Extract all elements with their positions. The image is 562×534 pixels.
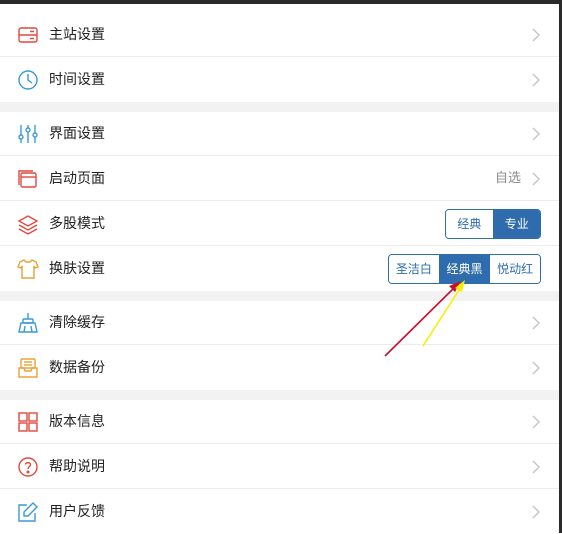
- settings-row-interface[interactable]: 界面设置: [0, 112, 559, 156]
- edit-icon: [16, 500, 40, 524]
- settings-row-data-backup[interactable]: 数据备份: [0, 346, 559, 390]
- multi-stock-mode-segmented-control: 经典 专业: [445, 209, 541, 239]
- settings-row-startup-page[interactable]: 启动页面 自选: [0, 157, 559, 201]
- segment-holy-white[interactable]: 圣洁白: [389, 255, 439, 283]
- row-label: 主站设置: [49, 27, 105, 43]
- row-label: 数据备份: [49, 360, 105, 376]
- row-label: 时间设置: [49, 72, 105, 88]
- chevron-right-icon: [531, 315, 541, 331]
- chevron-right-icon: [531, 27, 541, 43]
- group-separator: [0, 390, 559, 400]
- settings-row-help[interactable]: 帮助说明: [0, 445, 559, 489]
- row-label: 用户反馈: [49, 504, 105, 520]
- chevron-right-icon: [531, 360, 541, 376]
- row-label: 版本信息: [49, 414, 105, 430]
- window-icon: [16, 167, 40, 191]
- archive-icon: [16, 356, 40, 380]
- skin-segmented-control: 圣洁白 经典黑 悦动红: [388, 254, 541, 284]
- settings-row-version-info[interactable]: 版本信息: [0, 400, 559, 444]
- row-label: 界面设置: [49, 126, 105, 142]
- server-icon: [16, 23, 40, 47]
- help-icon: [16, 455, 40, 479]
- settings-row-time[interactable]: 时间设置: [0, 58, 559, 102]
- segment-classic-black[interactable]: 经典黑: [438, 255, 490, 283]
- broom-icon: [16, 311, 40, 335]
- row-label: 启动页面: [49, 171, 105, 187]
- clock-icon: [16, 68, 40, 92]
- row-label: 换肤设置: [49, 261, 105, 277]
- chevron-right-icon: [531, 459, 541, 475]
- startup-page-value: 自选: [494, 171, 521, 186]
- segment-professional[interactable]: 专业: [492, 210, 540, 238]
- settings-row-multi-stock-mode: 多股模式 经典 专业: [0, 202, 559, 246]
- segment-vibrant-red[interactable]: 悦动红: [489, 255, 540, 283]
- group-separator: [0, 102, 559, 112]
- row-label: 多股模式: [49, 216, 105, 232]
- window-top-border: [0, 0, 562, 4]
- sliders-icon: [16, 122, 40, 146]
- row-label: 清除缓存: [49, 315, 105, 331]
- segment-classic[interactable]: 经典: [446, 210, 493, 238]
- settings-row-main-site[interactable]: 主站设置: [0, 13, 559, 57]
- settings-row-skin: 换肤设置 圣洁白 经典黑 悦动红: [0, 247, 559, 291]
- grid-icon: [16, 410, 40, 434]
- settings-row-feedback[interactable]: 用户反馈: [0, 490, 559, 534]
- chevron-right-icon: [531, 72, 541, 88]
- chevron-right-icon: [531, 504, 541, 520]
- chevron-right-icon: [531, 126, 541, 142]
- group-separator: [0, 291, 559, 301]
- chevron-right-icon: [531, 414, 541, 430]
- chevron-right-icon: [531, 171, 541, 187]
- shirt-icon: [16, 257, 40, 281]
- row-label: 帮助说明: [49, 459, 105, 475]
- layers-icon: [16, 212, 40, 236]
- settings-row-clear-cache[interactable]: 清除缓存: [0, 301, 559, 345]
